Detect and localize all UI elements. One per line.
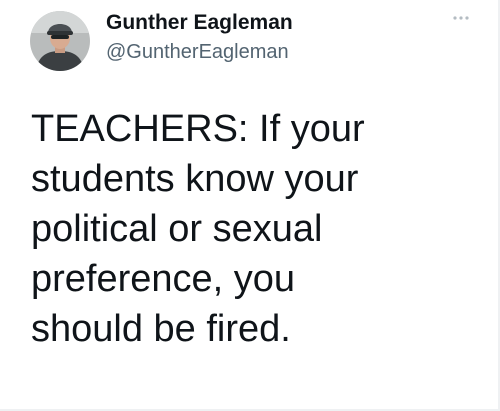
author-handle[interactable]: @GuntherEagleman <box>106 41 289 64</box>
more-horizontal-icon <box>453 16 469 20</box>
tweet-card: Gunther Eagleman @GuntherEagleman TEACHE… <box>0 0 500 411</box>
more-options-button[interactable] <box>450 6 472 28</box>
tweet-text: TEACHERS: If your students know your pol… <box>31 108 365 350</box>
avatar-image <box>30 11 90 71</box>
avatar[interactable] <box>30 11 90 71</box>
author-name[interactable]: Gunther Eagleman <box>106 11 293 35</box>
